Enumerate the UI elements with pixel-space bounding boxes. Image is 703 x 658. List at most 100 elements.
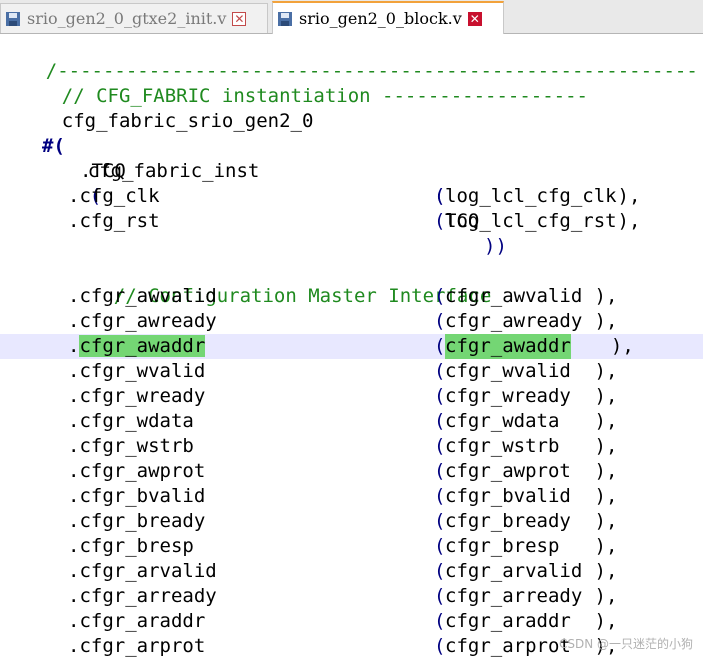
code-line: // Configuration Master Interface [0,259,703,307]
paren: ( [434,585,446,607]
port-end: ), [594,610,618,632]
port-name: .cfg_clk [68,185,160,207]
port-end: ), [594,385,618,407]
paren: ( [434,485,446,507]
paren: ( [434,310,446,332]
signal-name: cfgr_wready [445,385,594,407]
port-end: ), [594,585,618,607]
port-name: .cfgr_arvalid [68,560,217,582]
code-line: cfg_fabric_srio_gen2_0 [0,84,703,132]
port-name: .cfg_rst [68,210,160,232]
paren: ( [434,185,446,207]
paren: ( [434,460,446,482]
port-name: .cfgr_bresp [68,535,194,557]
port-name: .cfgr_arready [68,585,217,607]
port-name: .cfgr_arprot [68,635,206,657]
port-end: ), [594,360,618,382]
signal-name: log_lcl_cfg_rst [445,210,617,232]
paren: ( [434,510,446,532]
paren: ( [434,435,446,457]
port-name: .cfgr_awprot [68,460,206,482]
code-line: .cfgr_araddr (cfgr_araddr ), [0,609,703,634]
port-end: ), [588,335,634,357]
tab-label: srio_gen2_0_gtxe2_init.v [27,9,227,28]
port-end: ), [594,435,618,457]
code-line: .cfgr_bready (cfgr_bready ), [0,509,703,534]
port-end: ), [594,285,618,307]
paren: ( [434,285,446,307]
code-line: .cfgr_awvalid (cfgr_awvalid ), [0,284,703,309]
port-name: .cfgr_wready [68,385,206,407]
paren: ( [434,635,446,657]
code-line: .cfgr_wvalid (cfgr_wvalid ), [0,359,703,384]
port-name: .cfgr_awready [68,310,217,332]
signal-name: cfgr_wvalid [445,360,594,382]
code-line: .cfgr_bresp (cfgr_bresp ), [0,534,703,559]
port-end: ), [594,310,618,332]
code-line: .cfgr_awprot (cfgr_awprot ), [0,459,703,484]
code-line: // CFG_FABRIC instantiation ------------… [0,59,703,107]
paren: ( [434,360,446,382]
code-line: .cfgr_wdata (cfgr_wdata ), [0,409,703,434]
paren: ( [434,560,446,582]
port-name: .cfgr_bvalid [68,485,206,507]
watermark: CSDN @一只迷茫的小狗 [558,637,693,651]
code-line: .cfgr_bvalid (cfgr_bvalid ), [0,484,703,509]
tab-srio-gtxe2-init[interactable]: srio_gen2_0_gtxe2_init.v ✕ [0,3,268,33]
port-end: ), [594,460,618,482]
paren: ( [434,535,446,557]
signal-name: cfgr_araddr [445,610,594,632]
signal-name: log_lcl_cfg_clk [445,185,617,207]
code-line: cfg_fabric_inst [0,134,703,182]
port-end: ), [594,510,618,532]
signal-name: cfgr_awvalid [445,285,594,307]
port-end: ), [594,485,618,507]
tab-srio-block[interactable]: srio_gen2_0_block.v ✕ [272,1,504,34]
code-line: .cfgr_awready (cfgr_awready ), [0,309,703,334]
code-line: /---------------------------------------… [0,34,703,82]
port-name: .cfgr_bready [68,510,206,532]
port-name: .cfgr_wstrb [68,435,194,457]
paren: ( [434,610,446,632]
code-line: #( .TCQ ( TCQ )) [0,109,703,257]
code-line: .cfgr_wstrb (cfgr_wstrb ), [0,434,703,459]
signal-name: cfgr_bvalid [445,485,594,507]
port-name: .cfgr_wvalid [68,360,206,382]
port-end: ), [594,410,618,432]
signal-name: cfgr_wstrb [445,435,594,457]
port-name: .cfgr_awvalid [68,285,217,307]
code-line: .cfgr_wready (cfgr_wready ), [0,384,703,409]
code-line: .cfgr_awaddr (cfgr_awaddr ), [0,334,703,359]
paren: )) [484,235,507,257]
save-file-icon [277,11,293,27]
tab-bar: srio_gen2_0_gtxe2_init.v ✕ srio_gen2_0_b… [0,0,703,34]
code-line: ( [0,159,703,207]
paren: ( [434,210,446,232]
paren: ( [434,410,446,432]
signal-name: cfgr_bready [445,510,594,532]
signal-name: cfgr_wdata [445,410,594,432]
port-end: ), [617,210,641,232]
port-end: ), [594,560,618,582]
signal-name: cfgr_awready [445,310,594,332]
signal-name: cfgr_arvalid [445,560,594,582]
port-name: .cfgr_araddr [68,610,206,632]
signal-name: cfgr_bresp [445,535,594,557]
port-end: ), [617,185,641,207]
signal-name: cfgr_awaddr [445,334,571,359]
code-editor[interactable]: /---------------------------------------… [0,34,703,658]
code-line: .cfgr_arready (cfgr_arready ), [0,584,703,609]
port-name: .cfgr_wdata [68,410,194,432]
save-file-icon [5,11,21,27]
close-icon[interactable]: ✕ [232,11,247,26]
tab-label: srio_gen2_0_block.v [299,9,462,28]
code-line: .cfg_clk (log_lcl_cfg_clk), [0,184,703,209]
close-icon[interactable]: ✕ [467,11,482,26]
code-line: .cfgr_arvalid (cfgr_arvalid ), [0,559,703,584]
signal-name: cfgr_arready [445,585,594,607]
paren: ( [434,335,446,357]
signal-name: cfgr_awprot [445,460,594,482]
paren: ( [434,385,446,407]
code-line: .cfg_rst (log_lcl_cfg_rst), [0,209,703,234]
port-end: ), [594,535,618,557]
